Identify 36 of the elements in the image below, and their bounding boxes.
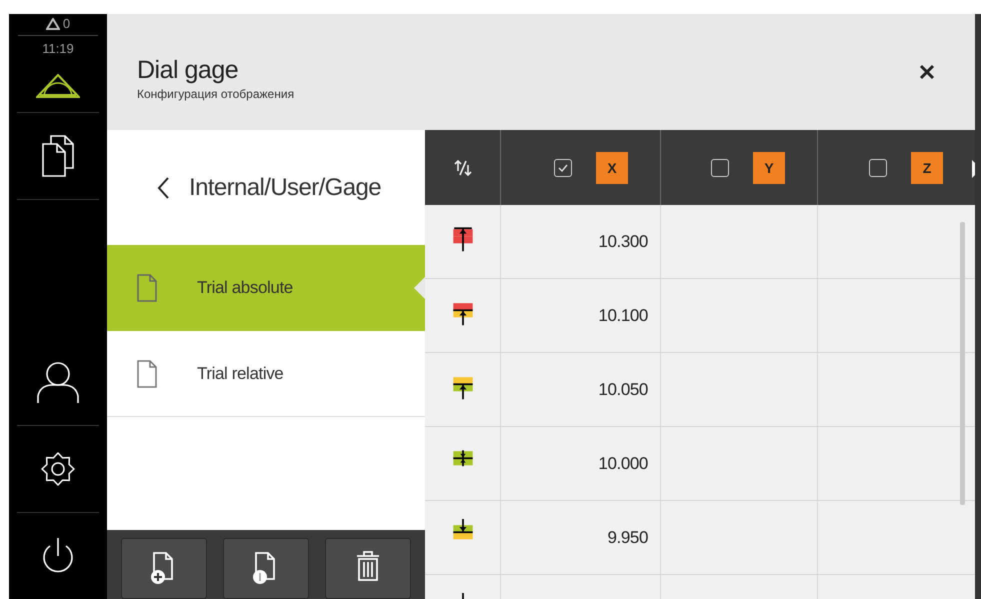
table-cell: 10.050 (598, 380, 648, 400)
axis-label: Y (753, 152, 785, 184)
sort-icon[interactable] (454, 158, 472, 176)
file-name: Trial relative (197, 364, 284, 384)
toolbar-button[interactable] (121, 538, 207, 599)
warning-icon (46, 18, 60, 30)
axis-label: Z (911, 152, 943, 184)
page-title: Dial gage (137, 56, 240, 85)
delete-icon (356, 551, 380, 581)
table-cell: 9.950 (607, 528, 648, 548)
close-icon (919, 64, 935, 80)
folder-path: Internal/User/Gage (189, 174, 381, 202)
scrollbar[interactable] (960, 222, 965, 505)
axis-label: X (596, 152, 628, 184)
table-cell: 10.100 (598, 306, 648, 326)
settings-icon[interactable] (40, 451, 76, 487)
page-subtitle: Конфигурация отображения (137, 87, 294, 101)
toolbar-button[interactable] (223, 538, 309, 599)
table-cell: 10.300 (598, 232, 648, 252)
warning-count: 0 (62, 16, 70, 31)
clock-time: 11:19 (42, 40, 74, 56)
checkbox[interactable] (869, 158, 887, 176)
table-cell: 10.000 (598, 454, 648, 474)
file-name: Trial absolute (197, 278, 293, 298)
checkmark-icon (558, 164, 568, 172)
documents-icon[interactable] (41, 134, 75, 178)
logo-icon (36, 74, 80, 98)
toolbar-button[interactable] (325, 538, 411, 599)
checkbox[interactable] (711, 158, 729, 176)
back-icon (157, 176, 169, 198)
file-item[interactable]: Trial absolute (107, 245, 425, 331)
back-button[interactable] (155, 174, 171, 200)
file-icon (137, 360, 157, 388)
file-icon (137, 274, 157, 302)
checkbox[interactable] (554, 158, 572, 176)
user-icon[interactable] (36, 360, 80, 404)
